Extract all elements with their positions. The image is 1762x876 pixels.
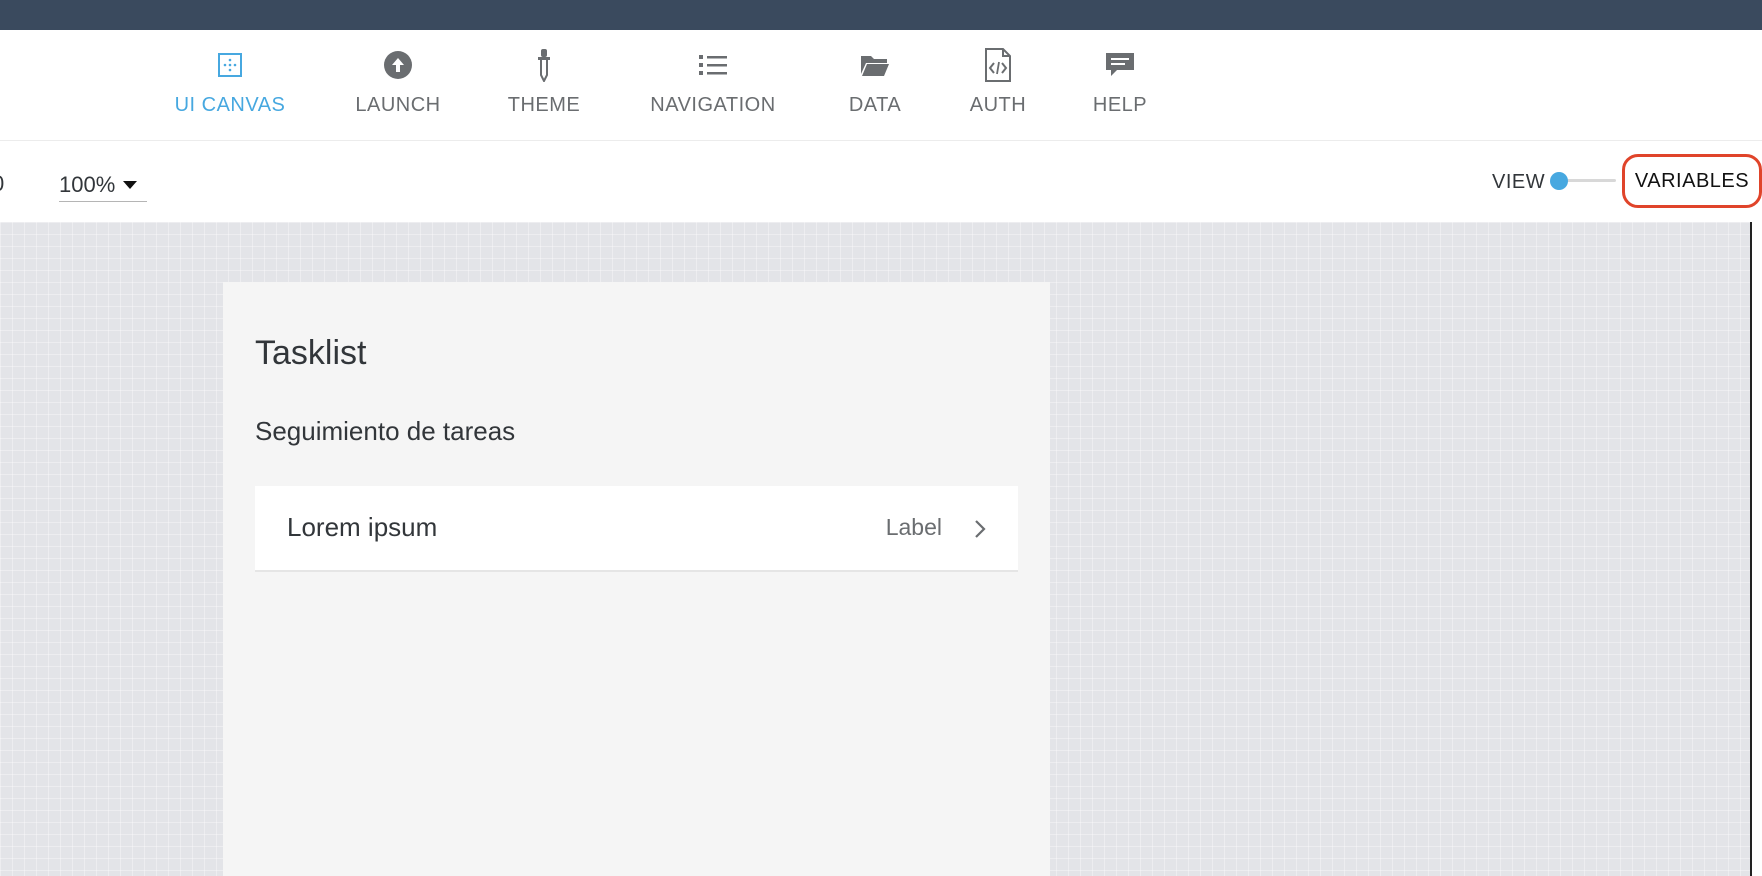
- upload-arrow-icon: [381, 48, 415, 82]
- view-variables-switch[interactable]: [1550, 171, 1618, 191]
- chat-bubble-icon: [1103, 48, 1137, 82]
- truncated-value: 0: [0, 171, 4, 197]
- list-item[interactable]: Lorem ipsum Label: [255, 486, 1018, 572]
- right-panel-edge: [1752, 222, 1762, 876]
- tab-label: THEME: [507, 94, 581, 116]
- tab-auth[interactable]: AUTH: [967, 48, 1029, 128]
- list-icon: [696, 48, 730, 82]
- caret-down-icon: [123, 181, 138, 189]
- top-header-bar: [0, 0, 1762, 30]
- tab-data[interactable]: DATA: [844, 48, 906, 128]
- tab-ui-canvas[interactable]: UI CANVAS: [171, 48, 289, 128]
- page-title[interactable]: Tasklist: [255, 334, 366, 373]
- canvas-toolbar: 0 100% VIEW VARIABLES: [0, 141, 1762, 222]
- tab-label: AUTH: [969, 94, 1027, 116]
- list-item-title: Lorem ipsum: [287, 512, 438, 542]
- page-subtitle[interactable]: Seguimiento de tareas: [255, 416, 515, 447]
- tab-label: UI CANVAS: [174, 94, 286, 116]
- design-canvas[interactable]: Tasklist Seguimiento de tareas Lorem ips…: [0, 222, 1750, 876]
- tab-help[interactable]: HELP: [1092, 48, 1148, 128]
- chevron-right-icon: [972, 518, 988, 540]
- code-file-icon: [981, 48, 1015, 82]
- ui-canvas-icon: [213, 48, 247, 82]
- switch-knob[interactable]: [1550, 172, 1568, 190]
- folder-icon: [858, 48, 892, 82]
- dropper-icon: [527, 48, 561, 82]
- main-tab-bar: UI CANVAS LAUNCH THEME NAVIGATION DATA A…: [0, 30, 1762, 141]
- tab-label: NAVIGATION: [650, 94, 776, 116]
- app-page-preview[interactable]: Tasklist Seguimiento de tareas Lorem ips…: [223, 282, 1050, 876]
- tab-label: DATA: [848, 94, 902, 116]
- view-toggle-label: VIEW: [1492, 171, 1546, 193]
- variables-label: VARIABLES: [1634, 169, 1750, 192]
- tab-navigation[interactable]: NAVIGATION: [645, 48, 781, 128]
- variables-toggle-option[interactable]: VARIABLES: [1622, 154, 1762, 208]
- tab-theme[interactable]: THEME: [507, 48, 581, 128]
- tab-label: HELP: [1092, 94, 1148, 116]
- tab-launch[interactable]: LAUNCH: [352, 48, 444, 128]
- tab-label: LAUNCH: [355, 94, 441, 116]
- zoom-value: 100%: [59, 172, 116, 197]
- zoom-select[interactable]: 100%: [59, 169, 147, 202]
- list-item-info: Label: [885, 514, 942, 540]
